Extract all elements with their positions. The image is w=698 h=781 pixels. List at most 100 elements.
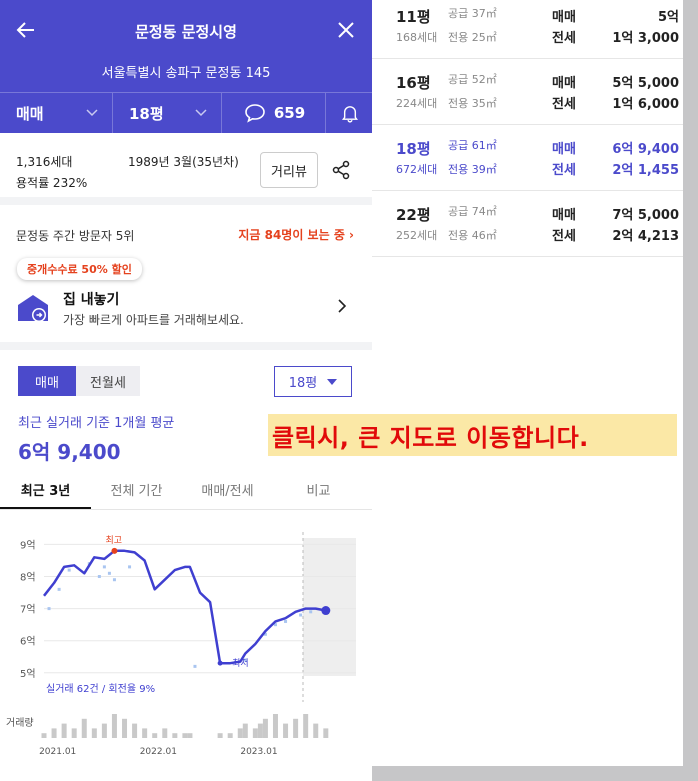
y-tick-label: 5억 [20, 668, 36, 680]
volume-bar [152, 733, 158, 738]
households-count: 1,316세대 [16, 155, 73, 169]
tab-all-period[interactable]: 전체 기간 [91, 470, 182, 509]
price-chart[interactable]: 9억 8억 7억 6억 5억 최고 최저 실거래 62건 / 회전율 9% 거래량 2021.01… [0, 510, 372, 770]
comment-bubble-icon [245, 104, 265, 123]
sale-toggle-button[interactable]: 매매 [18, 366, 76, 396]
size-row-households: 672세대 [396, 163, 438, 176]
volume-bar [283, 723, 289, 738]
visitor-banner[interactable]: 문정동 주간 방문자 5위 지금 84명이 보는 중 › [0, 205, 372, 255]
y-tick-label: 8억 [20, 572, 36, 584]
chevron-down-icon [195, 109, 207, 117]
volume-bar [227, 733, 233, 738]
forecast-shade [303, 538, 356, 676]
tab-compare[interactable]: 비교 [273, 470, 364, 509]
size-row-sale-price: 5억 5,000 [612, 76, 679, 91]
streetview-button[interactable]: 거리뷰 [260, 152, 318, 188]
trade-point [128, 565, 132, 569]
volume-bar [293, 718, 299, 738]
size-row[interactable]: 22평 252세대 공급 74㎡ 전용 46㎡ 매매 7억 5,000 전세 2억 4,213 [372, 191, 683, 257]
volume-bar [142, 728, 148, 738]
volume-bar [262, 718, 268, 738]
house-upload-icon [18, 295, 48, 322]
y-tick-label: 9억 [20, 539, 36, 551]
x-tick-label: 2023.01 [240, 747, 277, 757]
size-row-exclusive-area: 전용 25㎡ [448, 31, 497, 44]
list-property-promo[interactable]: 중개수수료 50% 할인 집 내놓기 가장 빠르게 아파트를 거래해보세요. [0, 255, 372, 350]
volume-bar [132, 723, 138, 738]
size-label: 18평 [129, 104, 164, 123]
size-row-lease-price: 2억 4,213 [612, 229, 679, 244]
volume-bar [272, 714, 278, 738]
close-icon[interactable] [336, 20, 356, 40]
size-row-sale-label: 매매 [552, 76, 576, 91]
volume-bar [303, 714, 309, 738]
volume-bar [122, 718, 128, 738]
high-label: 최고 [105, 535, 122, 546]
trade-point [112, 578, 116, 582]
size-row[interactable]: 11평 168세대 공급 37㎡ 전용 25㎡ 매매 5억 전세 1억 3,000 [372, 0, 683, 59]
share-icon[interactable] [330, 159, 352, 181]
complex-title: 문정동 문정시영 [135, 23, 237, 41]
volume-label: 거래량 [6, 717, 34, 729]
comments-button[interactable]: 659 [222, 93, 326, 133]
price-line [43, 549, 327, 665]
size-row-supply-area: 공급 37㎡ [448, 7, 497, 20]
trade-point [299, 613, 303, 617]
big-map-notice[interactable]: 클릭시, 큰 지도로 이동합니다. [268, 414, 677, 456]
size-list: 11평 168세대 공급 37㎡ 전용 25㎡ 매매 5억 전세 1억 3,000 16평 224… [372, 0, 683, 257]
now-viewing-link[interactable]: 지금 84명이 보는 중 › [238, 226, 354, 243]
trade-point [57, 587, 61, 591]
comments-count: 659 [273, 104, 306, 122]
x-tick-label: 2022.01 [140, 747, 177, 757]
size-row-exclusive-area: 전용 39㎡ [448, 163, 497, 176]
header-filter-bar: 매매 18평 659 [0, 92, 372, 133]
horizontal-scrollbar-track[interactable] [372, 766, 698, 781]
volume-bar [242, 723, 248, 738]
chevron-down-icon [86, 109, 98, 117]
tab-recent-3y[interactable]: 최근 3년 [0, 470, 91, 509]
tab-sale-lease[interactable]: 매매/전세 [182, 470, 273, 509]
price-chart-svg[interactable]: 9억 8억 7억 6억 5억 최고최저실거래 62건 / 회전율 9% 거래량 2021.01… [0, 510, 372, 770]
bell-icon [342, 106, 358, 123]
size-row-lease-price: 2억 1,455 [612, 163, 679, 178]
volume-bar [61, 723, 67, 738]
trade-point [97, 575, 101, 579]
size-list-panel: 11평 168세대 공급 37㎡ 전용 25㎡ 매매 5억 전세 1억 3,000 16평 224… [372, 0, 683, 766]
floor-area-ratio: 용적률 232% [16, 176, 88, 190]
y-tick-label: 6억 [20, 636, 36, 648]
size-row-exclusive-area: 전용 46㎡ [448, 229, 497, 242]
rent-toggle-button[interactable]: 전월세 [76, 366, 140, 396]
trade-point [102, 565, 106, 569]
notification-button[interactable] [326, 93, 372, 133]
size-row-pyeong: 11평 [396, 8, 431, 26]
size-row-exclusive-area: 전용 35㎡ [448, 97, 497, 110]
size-row-sale-price: 5억 [657, 10, 679, 25]
built-year: 1989년 3월(35년차) [128, 155, 239, 169]
trade-summary: 실거래 62건 / 회전율 9% [46, 683, 155, 695]
volume-bar [91, 728, 97, 738]
size-row[interactable]: 18평 672세대 공급 61㎡ 전용 39㎡ 매매 6억 9,400 전세 2억 1,455 [372, 125, 683, 191]
trade-point [47, 607, 51, 611]
size-row-sale-price: 6억 9,400 [612, 142, 679, 157]
complex-detail-panel: 문정동 문정시영 서울특별시 송파구 문정동 145 매매 18평 659 1,… [0, 0, 372, 781]
size-row-households: 224세대 [396, 97, 438, 110]
size-row-pyeong: 18평 [396, 140, 431, 158]
size-row-households: 252세대 [396, 229, 438, 242]
chevron-right-icon: › [349, 228, 354, 242]
size-row-lease-label: 전세 [552, 229, 576, 244]
trade-type-dropdown[interactable]: 매매 [0, 93, 113, 133]
size-row-lease-label: 전세 [552, 163, 576, 178]
volume-bar [71, 728, 77, 738]
size-row-lease-price: 1억 6,000 [612, 97, 679, 112]
volume-bar [237, 728, 243, 738]
size-row[interactable]: 16평 224세대 공급 52㎡ 전용 35㎡ 매매 5억 5,000 전세 1억 6,000 [372, 59, 683, 125]
discount-badge: 중개수수료 50% 할인 [17, 258, 142, 280]
size-row-lease-label: 전세 [552, 31, 576, 46]
volume-bar [313, 723, 319, 738]
size-row-lease-label: 전세 [552, 97, 576, 112]
size-row-supply-area: 공급 74㎡ [448, 205, 497, 218]
size-select[interactable]: 18평 [274, 366, 352, 397]
size-dropdown[interactable]: 18평 [113, 93, 222, 133]
size-row-lease-price: 1억 3,000 [612, 31, 679, 46]
scrollbar-track[interactable] [683, 0, 698, 781]
